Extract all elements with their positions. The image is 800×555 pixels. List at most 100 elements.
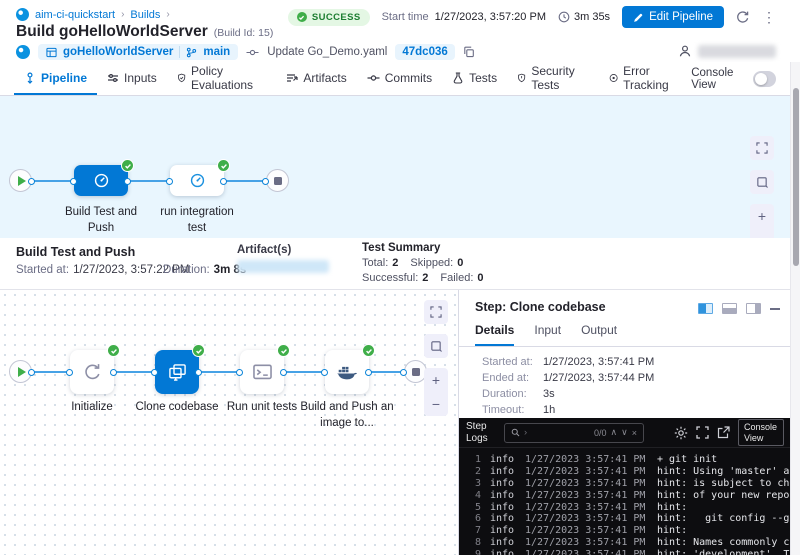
tab-policy-evaluations[interactable]: Policy Evaluations bbox=[167, 62, 277, 95]
step-label[interactable]: Build and Push an image to... bbox=[297, 400, 397, 431]
fullscreen-icon bbox=[430, 306, 442, 318]
edit-pipeline-button[interactable]: Edit Pipeline bbox=[622, 6, 724, 28]
success-badge-icon bbox=[277, 344, 290, 357]
fit-view-button[interactable] bbox=[750, 170, 774, 194]
console-header: Step Logs 0/0 ∧ ∨ × Console View bbox=[459, 418, 791, 448]
commit-hash-pill[interactable]: 47dc036 bbox=[395, 44, 454, 60]
scrollbar-thumb[interactable] bbox=[793, 88, 799, 266]
more-options-button[interactable]: ⋮ bbox=[762, 10, 776, 25]
tab-commits[interactable]: Commits bbox=[357, 62, 442, 95]
fullscreen-button[interactable] bbox=[424, 300, 448, 324]
console-actions: Console View bbox=[674, 419, 784, 447]
detail-label: Timeout: bbox=[482, 404, 543, 416]
elapsed-value: 3m 35s bbox=[574, 11, 610, 23]
stage-label[interactable]: run integration test bbox=[151, 205, 243, 236]
tab-security-tests[interactable]: Security Tests bbox=[507, 62, 599, 95]
search-prev-icon[interactable]: ∧ bbox=[611, 427, 618, 438]
success-badge-icon bbox=[192, 344, 205, 357]
step-graph-canvas[interactable]: Initialize Clone codebase Run unit tests… bbox=[0, 290, 458, 555]
elapsed-time: 3m 35s bbox=[558, 11, 610, 23]
open-external-icon[interactable] bbox=[717, 426, 730, 439]
fullscreen-button[interactable] bbox=[750, 136, 774, 160]
tab-input[interactable]: Input bbox=[534, 323, 561, 346]
fullscreen-icon bbox=[756, 142, 768, 154]
step-node-initialize[interactable] bbox=[70, 350, 114, 394]
step-canvas-controls: + − bbox=[424, 300, 448, 416]
docker-icon bbox=[336, 362, 358, 382]
step-label[interactable]: Run unit tests bbox=[216, 400, 308, 416]
kebab-icon: ⋮ bbox=[762, 9, 776, 25]
breadcrumb-builds[interactable]: Builds bbox=[130, 9, 160, 21]
pipeline-end-node bbox=[266, 169, 289, 192]
stage-node-run-integration-test[interactable] bbox=[170, 165, 224, 196]
tab-error-tracking[interactable]: Error Tracking bbox=[599, 62, 691, 95]
log-search-box[interactable]: 0/0 ∧ ∨ × bbox=[504, 423, 644, 443]
log-line: 8info1/27/2023 3:57:41 PMhint: Names com… bbox=[465, 537, 791, 549]
step-node-run-unit-tests[interactable] bbox=[240, 350, 284, 394]
tab-tests[interactable]: Tests bbox=[442, 62, 507, 95]
repo-branch-pill[interactable]: goHelloWorldServer main bbox=[38, 44, 238, 60]
log-line: 4info1/27/2023 3:57:41 PMhint: of your n… bbox=[465, 489, 791, 501]
fit-view-button[interactable] bbox=[424, 334, 448, 358]
build-execution-page: aim-ci-quickstart › Builds › SUCCESS Sta… bbox=[0, 0, 800, 555]
breadcrumb-project[interactable]: aim-ci-quickstart bbox=[35, 9, 115, 21]
log-lines[interactable]: 1info1/27/2023 3:57:41 PM+ git init 2inf… bbox=[459, 448, 791, 555]
zoom-out-button[interactable]: − bbox=[424, 392, 448, 416]
detail-row-started: Started at: 1/27/2023, 3:57:41 PM bbox=[482, 356, 654, 368]
connector-dot bbox=[28, 178, 35, 185]
stage-duration: Duration: 3m 8s bbox=[163, 264, 246, 276]
commits-icon bbox=[367, 72, 380, 84]
pipeline-icon bbox=[24, 72, 36, 84]
log-search-input[interactable] bbox=[524, 427, 590, 438]
layout-split-bottom-icon[interactable] bbox=[722, 303, 737, 314]
step-node-build-and-push[interactable] bbox=[325, 350, 369, 394]
stage-label[interactable]: Build Test and Push bbox=[55, 205, 147, 236]
stage-graph-canvas[interactable]: Build Test and Push run integration test… bbox=[0, 96, 790, 238]
play-icon bbox=[18, 367, 26, 377]
search-close-icon[interactable]: × bbox=[632, 428, 637, 438]
successful-value: 2 bbox=[422, 272, 428, 284]
security-tests-icon bbox=[517, 72, 526, 84]
tab-inputs[interactable]: Inputs bbox=[97, 62, 167, 95]
tab-output[interactable]: Output bbox=[581, 323, 617, 346]
layout-split-right-icon[interactable] bbox=[746, 303, 761, 314]
console-log-panel: Step Logs 0/0 ∧ ∨ × Console View 1inf bbox=[459, 418, 791, 555]
layout-split-left-icon[interactable] bbox=[698, 303, 713, 314]
build-id: (Build Id: 15) bbox=[214, 27, 274, 39]
tab-pipeline[interactable]: Pipeline bbox=[14, 62, 97, 95]
error-tracking-icon bbox=[609, 72, 618, 84]
step-label[interactable]: Initialize bbox=[46, 400, 138, 416]
refresh-button[interactable] bbox=[736, 10, 750, 24]
tab-details[interactable]: Details bbox=[475, 323, 514, 346]
copy-icon[interactable] bbox=[463, 46, 475, 58]
repo-name: goHelloWorldServer bbox=[63, 46, 173, 58]
commit-message: Update Go_Demo.yaml bbox=[267, 46, 387, 58]
zoom-in-button[interactable]: + bbox=[750, 204, 774, 228]
stage-name: Build Test and Push bbox=[16, 245, 135, 259]
connector-dot bbox=[220, 178, 227, 185]
step-node-clone-codebase[interactable] bbox=[155, 350, 199, 394]
ci-stage-icon bbox=[93, 172, 110, 189]
fullscreen-icon[interactable] bbox=[696, 426, 709, 439]
log-line: 6info1/27/2023 3:57:41 PMhint: git confi… bbox=[465, 513, 791, 525]
step-label[interactable]: Clone codebase bbox=[131, 400, 223, 416]
stage-node-build-test-and-push[interactable] bbox=[74, 165, 128, 196]
pill-divider bbox=[179, 46, 180, 58]
detail-value: 1h bbox=[543, 404, 555, 416]
success-check-icon bbox=[297, 12, 307, 22]
status-text: SUCCESS bbox=[312, 12, 361, 23]
minimize-panel-icon[interactable] bbox=[770, 308, 780, 310]
page-scrollbar[interactable] bbox=[790, 62, 800, 555]
page-title: Build goHelloWorldServer bbox=[16, 23, 208, 41]
zoom-in-button[interactable]: + bbox=[424, 368, 448, 392]
settings-gear-icon[interactable] bbox=[674, 426, 688, 440]
search-next-icon[interactable]: ∨ bbox=[621, 427, 628, 438]
tab-artifacts[interactable]: Artifacts bbox=[276, 62, 356, 95]
artifact-value-redacted[interactable] bbox=[237, 260, 329, 273]
tab-label: Pipeline bbox=[41, 71, 87, 85]
total-label: Total: bbox=[362, 257, 388, 269]
console-view-button[interactable]: Console View bbox=[738, 419, 784, 447]
start-time-label: Start time bbox=[382, 11, 429, 23]
console-view-toggle[interactable] bbox=[753, 71, 776, 87]
stage-info-bar: Build Test and Push Started at: 1/27/202… bbox=[0, 238, 790, 290]
